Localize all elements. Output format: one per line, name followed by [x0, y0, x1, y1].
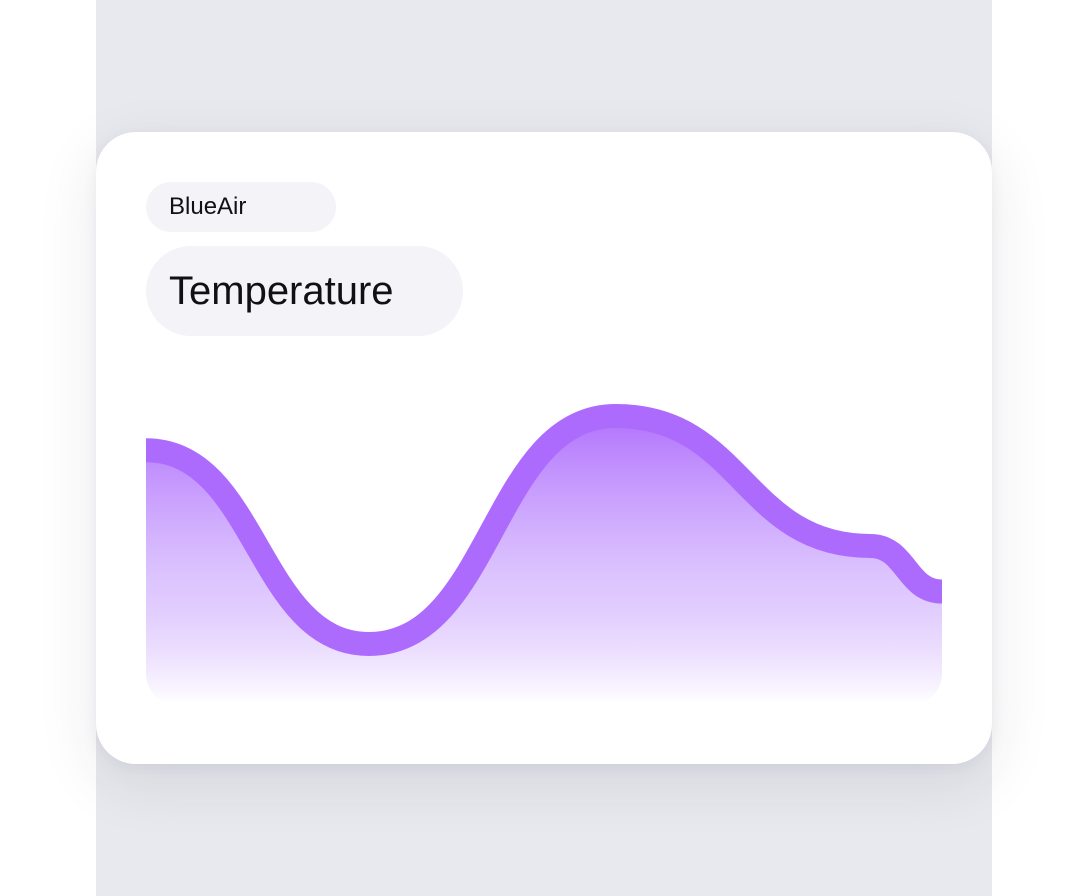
brand-chip: BlueAir	[146, 182, 336, 232]
temperature-chart	[146, 382, 942, 704]
brand-label: BlueAir	[169, 193, 247, 220]
metric-title-chip: Temperature	[146, 246, 463, 336]
metric-title: Temperature	[169, 268, 394, 313]
temperature-card[interactable]: BlueAir Temperature	[96, 132, 992, 764]
temperature-chart-svg	[146, 404, 942, 704]
